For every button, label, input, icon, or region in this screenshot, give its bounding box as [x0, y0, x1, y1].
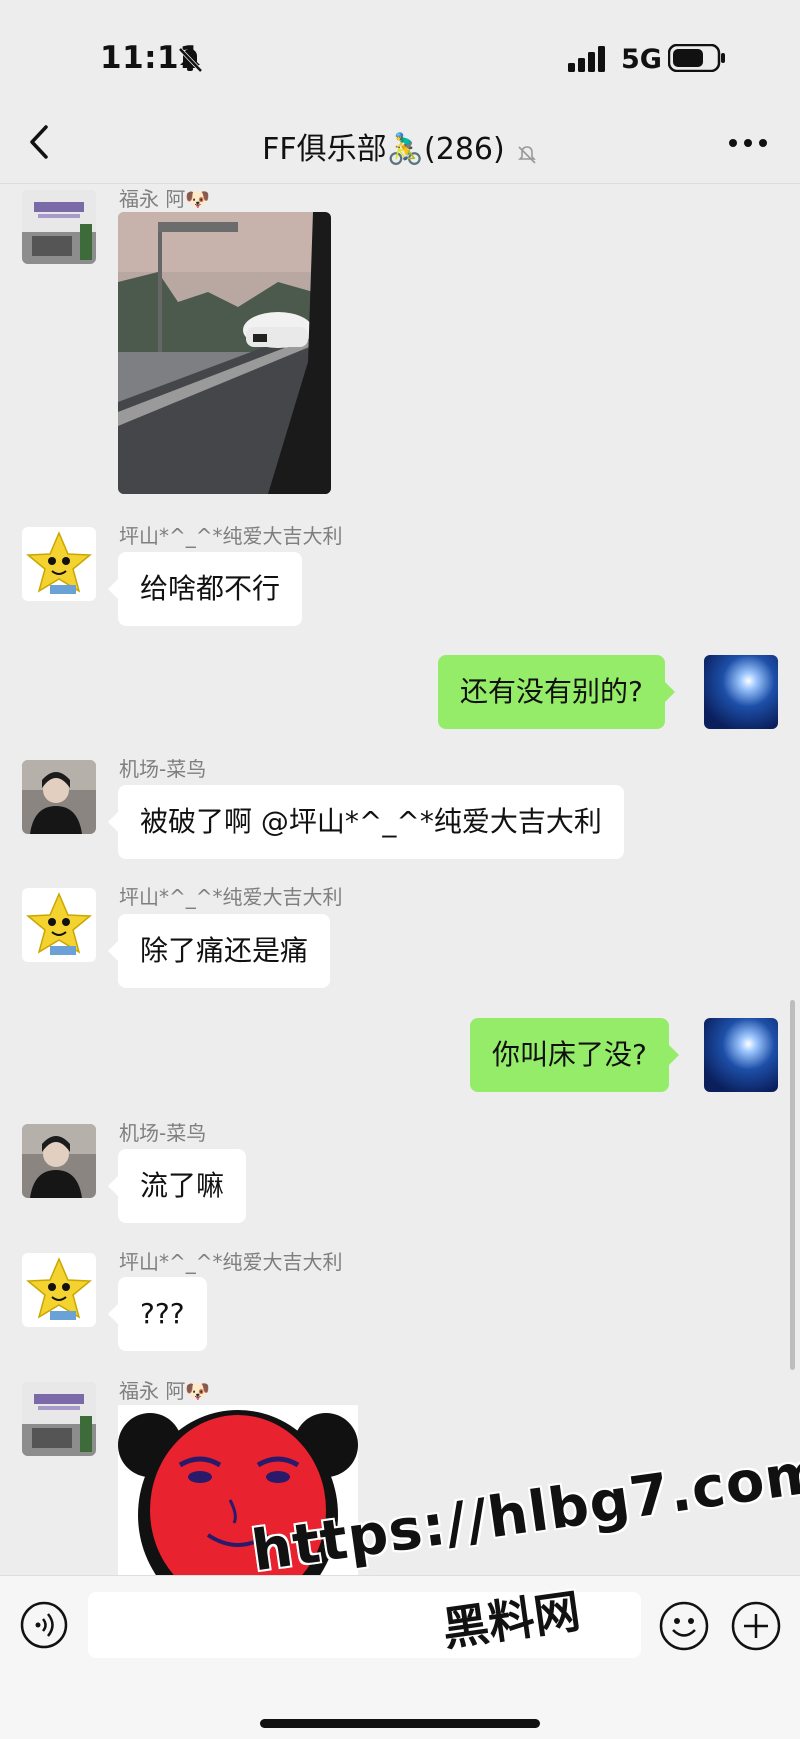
sender-name: 坪山*^_^*纯爱大吉大利 [119, 524, 343, 548]
sun-avatar-image [704, 655, 778, 729]
chat-title[interactable]: FF俱乐部🚴‍♂️(286) [262, 132, 505, 167]
sun-avatar-image [704, 1018, 778, 1092]
network-type: 5G [621, 44, 662, 75]
message-bubble[interactable]: 流了嘛 [107, 1149, 247, 1223]
emoji-icon[interactable] [659, 1601, 709, 1651]
chat-input-bar [0, 1575, 800, 1739]
car-photo[interactable] [118, 212, 331, 494]
my-avatar[interactable] [704, 655, 778, 729]
my-avatar[interactable] [704, 1018, 778, 1092]
battery-icon [668, 44, 725, 72]
signal-icon [568, 46, 605, 72]
my-message-bubble[interactable]: 还有没有别的? [438, 655, 675, 729]
star-avatar-image [22, 888, 96, 962]
avatar[interactable] [22, 760, 96, 834]
home-indicator [260, 1719, 540, 1728]
sender-name: 坪山*^_^*纯爱大吉大利 [119, 1250, 343, 1274]
avatar[interactable] [22, 190, 96, 264]
office-avatar-image [22, 190, 96, 264]
person-avatar-image [22, 760, 96, 834]
message-bubble[interactable]: ??? [108, 1277, 207, 1351]
avatar[interactable] [22, 1382, 96, 1456]
chat-title-wrap: FF俱乐部🚴‍♂️(286) [0, 124, 800, 168]
sender-name: 坪山*^_^*纯爱大吉大利 [119, 885, 343, 909]
avatar[interactable] [22, 888, 96, 962]
scrollbar[interactable] [790, 1000, 795, 1370]
star-avatar-image [22, 1253, 96, 1327]
message-bubble[interactable]: 给啥都不行 [107, 552, 303, 626]
my-message-bubble[interactable]: 你叫床了没? [470, 1018, 679, 1092]
avatar[interactable] [22, 1124, 96, 1198]
sender-name: 福永 阿🐶 [119, 187, 211, 211]
sender-name: 机场-菜鸟 [119, 1121, 207, 1145]
message-bubble[interactable]: 除了痛还是痛 [107, 914, 331, 988]
plus-icon[interactable] [731, 1601, 781, 1651]
bell-off-icon [517, 145, 536, 164]
star-avatar-image [22, 527, 96, 601]
office-avatar-image [22, 1382, 96, 1456]
more-dots-icon[interactable] [728, 138, 768, 148]
bell-off-icon [178, 47, 203, 73]
chat-header: FF俱乐部🚴‍♂️(286) [0, 100, 800, 184]
person-avatar-image [22, 1124, 96, 1198]
sender-name: 机场-菜鸟 [119, 757, 207, 781]
avatar[interactable] [22, 1253, 96, 1327]
status-bar: 11:11 5G [0, 0, 800, 100]
voice-icon[interactable] [20, 1601, 68, 1649]
sender-name: 福永 阿🐶 [119, 1379, 211, 1403]
car-photo-image [118, 212, 331, 494]
avatar[interactable] [22, 527, 96, 601]
message-bubble[interactable]: 被破了啊 @坪山*^_^*纯爱大吉大利 [108, 785, 624, 859]
